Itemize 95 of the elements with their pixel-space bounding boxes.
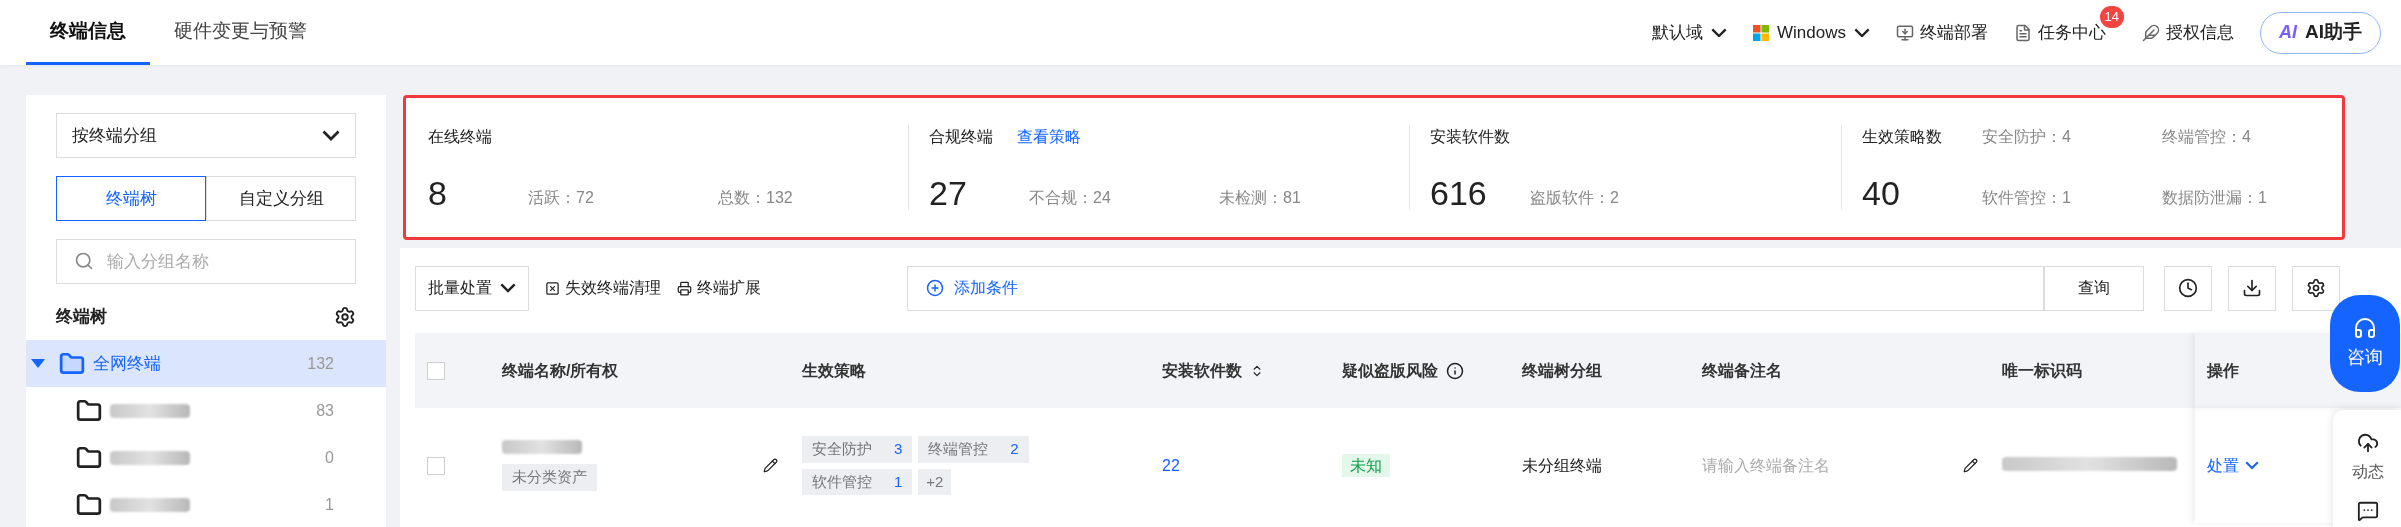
group-select[interactable]: 按终端分组 [56, 113, 356, 158]
folder-icon [59, 350, 85, 377]
stat-title: 生效策略数 [1862, 127, 1943, 147]
folder-icon [76, 397, 102, 424]
tab[interactable]: 终端信息 [26, 0, 150, 65]
tab[interactable]: 硬件变更与预警 [150, 0, 331, 65]
toolbar-link[interactable]: 终端扩展 [677, 276, 761, 300]
cloud-icon [2357, 432, 2379, 454]
more-tag: +2 [918, 468, 952, 495]
stat-detail: 未检测：81 [1219, 188, 1302, 208]
stat-detail: 总数：132 [718, 188, 794, 208]
feather-icon [2142, 23, 2160, 42]
action-dropdown[interactable]: 处置 [2207, 453, 2259, 478]
group-text: 未分组终端 [1522, 456, 1602, 474]
license-link[interactable]: 授权信息 [2142, 19, 2234, 46]
stat-detail: 数据防泄漏：1 [2162, 188, 2268, 208]
document-icon [2014, 23, 2032, 42]
tree-label: 全网终端 [93, 352, 161, 375]
tree-count: 1 [325, 494, 334, 515]
search-icon [74, 251, 94, 271]
view-tab[interactable]: 终端树 [56, 176, 206, 221]
policy-tag: 软件管控 1 [802, 468, 913, 495]
ai-assistant-button[interactable]: AI AI助手 [2260, 11, 2381, 54]
policy-tag: 安全防护 3 [802, 436, 913, 463]
view-tab[interactable]: 自定义分组 [206, 176, 356, 221]
close-square-icon [545, 280, 560, 296]
column-header: 疑似盗版风险 [1342, 360, 1438, 381]
activity-button[interactable]: 动态 [2352, 432, 2384, 484]
stat-detail: 盗版软件：2 [1530, 188, 1620, 208]
column-header: 操作 [2207, 360, 2239, 381]
notification-badge: 14 [2099, 5, 2124, 28]
select-all-checkbox[interactable] [427, 361, 445, 380]
stat-detail: 终端管控：4 [2162, 127, 2252, 147]
search-field[interactable]: 输入分组名称 [56, 239, 356, 284]
stat-value: 8 [428, 176, 448, 210]
toolbar-link[interactable]: 失效终端清理 [545, 276, 661, 300]
column-header: 唯一标识码 [2002, 360, 2082, 381]
stat-detail: 软件管控：1 [1982, 188, 2072, 208]
column-header: 终端名称/所有权 [502, 360, 619, 381]
os-dropdown[interactable]: Windows [1753, 19, 1870, 46]
windows-logo-icon [1753, 24, 1770, 41]
settings-icon [2306, 278, 2326, 298]
risk-tag: 未知 [1342, 453, 1390, 477]
column-header: 终端备注名 [1702, 360, 1782, 381]
stat-value: 40 [1862, 176, 1901, 210]
ai-logo-icon: AI [2279, 19, 2297, 46]
download-button[interactable] [2228, 265, 2276, 311]
folder-icon [76, 444, 102, 471]
view-policy-link[interactable]: 查看策略 [1017, 125, 1081, 149]
add-icon [926, 279, 944, 297]
folder-icon [76, 491, 102, 518]
software-count-link[interactable]: 22 [1162, 456, 1180, 474]
message-icon[interactable] [2357, 500, 2379, 522]
chevron-down-icon [1854, 27, 1870, 38]
monitor-icon [1896, 23, 1914, 42]
owner-tag: 未分类资产 [502, 464, 597, 491]
tree-title: 终端树 [56, 306, 107, 329]
batch-dropdown[interactable]: 批量处置 [415, 265, 529, 311]
clock-icon [2178, 278, 2198, 298]
headset-icon [2353, 316, 2377, 340]
column-header: 终端树分组 [1522, 360, 1602, 381]
domain-dropdown[interactable]: 默认域 [1652, 19, 1728, 46]
printer-icon [677, 280, 692, 296]
settings-button[interactable] [2292, 265, 2340, 311]
add-condition-text: 添加条件 [954, 278, 1018, 298]
column-header: 生效策略 [802, 360, 866, 381]
chevron-down-icon [1711, 27, 1728, 38]
edit-icon[interactable] [763, 458, 778, 473]
filter-field[interactable]: 添加条件 [907, 265, 2044, 311]
stat-title: 安装软件数 [1430, 127, 1510, 147]
deploy-link[interactable]: 终端部署 [1896, 19, 1988, 46]
stat-value: 27 [929, 176, 968, 210]
download-icon [2242, 278, 2262, 298]
history-button[interactable] [2164, 265, 2212, 311]
tree-count: 0 [325, 447, 334, 468]
tree-count: 132 [307, 353, 334, 374]
chevron-down-icon [2245, 461, 2259, 470]
tree-count: 83 [316, 400, 334, 421]
query-button[interactable]: 查询 [2044, 265, 2144, 311]
row-checkbox[interactable] [427, 456, 445, 475]
caret-icon[interactable] [31, 359, 45, 368]
stat-title: 在线终端 [428, 127, 492, 147]
stat-title: 合规终端 [929, 127, 993, 147]
stat-detail: 不合规：24 [1029, 188, 1112, 208]
edit-icon[interactable] [1963, 458, 1978, 473]
stat-value: 616 [1430, 176, 1488, 210]
chevron-down-icon [322, 130, 340, 141]
settings-icon[interactable] [334, 306, 356, 328]
policy-tag: 终端管控 2 [918, 436, 1029, 463]
stat-detail: 安全防护：4 [1982, 127, 2072, 147]
stat-detail: 活跃：72 [528, 188, 595, 208]
info-icon [1446, 361, 1464, 380]
tree-item[interactable]: 全网终端 132 [26, 340, 386, 387]
column-header: 安装软件数 [1162, 360, 1242, 381]
chevron-down-icon [500, 283, 516, 293]
